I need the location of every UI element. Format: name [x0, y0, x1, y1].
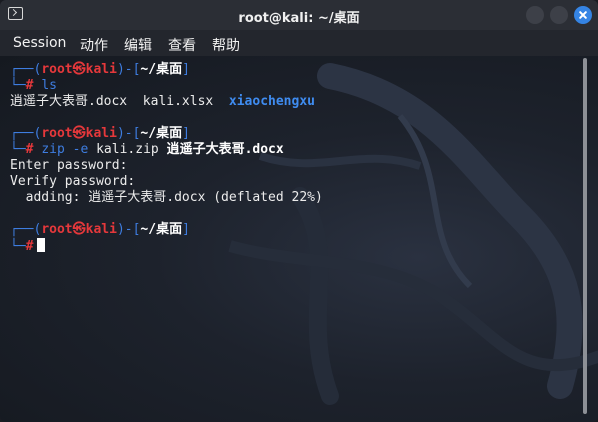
prompt-mid: )-[ — [116, 62, 141, 77]
prompt-line-bottom: └─# zip -e kali.zip 逍遥子大表哥.docx — [10, 142, 284, 158]
prompt-open: ┌──( — [10, 62, 42, 77]
ls-output: 逍遥子大表哥.docx kali.xlsx xiaochengxu — [10, 94, 315, 110]
menu-bar: Session 动作 编辑 查看 帮助 — [0, 30, 598, 56]
prompt-hash: # — [25, 142, 34, 157]
prompt-corner: └─ — [10, 239, 26, 254]
prompt-open: ┌──( — [10, 222, 42, 237]
enter-password-line: Enter password: — [10, 158, 128, 173]
prompt-path: ~/桌面 — [140, 222, 183, 237]
terminal-output[interactable]: ┌──(root㉿kali)-[~/桌面] └─# ls 逍遥子大表哥.docx… — [0, 56, 598, 422]
ls-files: 逍遥子大表哥.docx kali.xlsx — [10, 94, 229, 109]
menu-actions[interactable]: 动作 — [80, 35, 108, 55]
verify-password-line: Verify password: — [10, 174, 136, 189]
background-wallpaper — [228, 63, 598, 405]
text-cursor — [37, 238, 46, 252]
prompt-user: root㉿kali — [41, 62, 117, 77]
prompt-mid: )-[ — [116, 126, 141, 141]
prompt-line-top: ┌──(root㉿kali)-[~/桌面] — [10, 62, 190, 78]
terminal-window: root@kali: ~/桌面 Session 动作 编辑 查看 帮助 ┌──(… — [0, 0, 598, 422]
prompt-corner: └─ — [10, 78, 26, 93]
command-zip-file: 逍遥子大表哥.docx — [166, 142, 284, 157]
menu-session[interactable]: Session — [13, 35, 66, 51]
menu-help[interactable]: 帮助 — [212, 35, 240, 55]
prompt-line-top: ┌──(root㉿kali)-[~/桌面] — [10, 126, 190, 142]
menu-edit[interactable]: 编辑 — [124, 35, 152, 55]
command-zip-flag: -e — [72, 142, 89, 157]
prompt-corner: └─ — [10, 142, 26, 157]
minimize-button[interactable] — [526, 6, 544, 24]
prompt-close: ] — [182, 222, 190, 237]
prompt-close: ] — [182, 126, 190, 141]
prompt-user: root㉿kali — [41, 126, 117, 141]
command-zip: zip — [41, 142, 65, 157]
prompt-line-top: ┌──(root㉿kali)-[~/桌面] — [10, 222, 190, 238]
prompt-mid: )-[ — [116, 222, 141, 237]
prompt-line-bottom: └─# ls — [10, 78, 57, 94]
prompt-user: root㉿kali — [41, 222, 117, 237]
scrollbar[interactable] — [583, 58, 587, 414]
ls-directory: xiaochengxu — [228, 94, 315, 109]
menu-view[interactable]: 查看 — [168, 35, 196, 55]
window-title: root@kali: ~/桌面 — [238, 11, 360, 26]
maximize-button[interactable] — [550, 6, 568, 24]
title-bar[interactable]: root@kali: ~/桌面 — [0, 0, 598, 30]
command-ls: ls — [41, 78, 57, 93]
prompt-open: ┌──( — [10, 126, 42, 141]
prompt-close: ] — [182, 62, 190, 77]
prompt-path: ~/桌面 — [140, 62, 183, 77]
command-zip-archive: kali.zip — [96, 142, 159, 157]
prompt-line-bottom: └─# — [10, 238, 46, 254]
prompt-hash: # — [25, 78, 34, 93]
prompt-path: ~/桌面 — [140, 126, 183, 141]
prompt-hash: # — [25, 239, 34, 254]
adding-line: adding: 逍遥子大表哥.docx (deflated 22%) — [10, 190, 323, 205]
close-button[interactable] — [574, 6, 592, 24]
